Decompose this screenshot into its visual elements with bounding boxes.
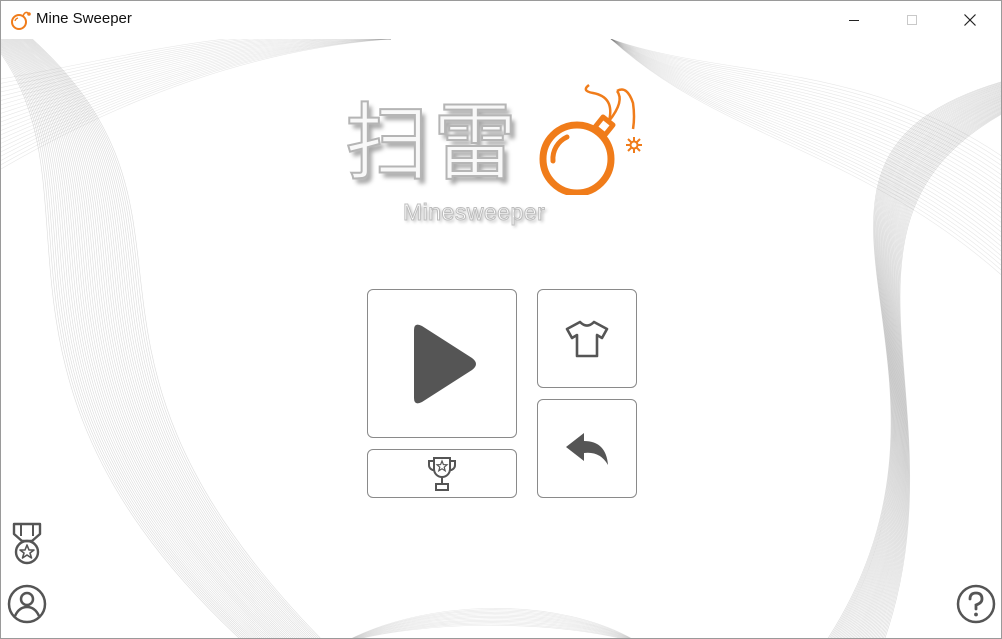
skins-button[interactable] bbox=[537, 289, 637, 388]
help-icon bbox=[956, 584, 996, 624]
minimize-icon bbox=[849, 20, 859, 21]
achievements-button[interactable] bbox=[7, 519, 47, 569]
main-menu: 扫雷 Minesweeper bbox=[1, 39, 1001, 638]
help-button[interactable] bbox=[955, 583, 997, 625]
medal-icon bbox=[12, 522, 42, 565]
trophy-icon bbox=[428, 456, 456, 491]
leaderboard-button[interactable] bbox=[367, 449, 517, 498]
close-button[interactable] bbox=[947, 1, 993, 39]
logo-english-title: Minesweeper bbox=[402, 199, 546, 226]
wave-line bbox=[610, 39, 1001, 223]
close-icon bbox=[964, 14, 976, 26]
wave-line bbox=[15, 39, 290, 638]
wave-line bbox=[25, 39, 309, 638]
window-title: Mine Sweeper bbox=[36, 10, 132, 27]
wave-line bbox=[21, 39, 303, 638]
wave-line bbox=[18, 39, 296, 638]
wave-line bbox=[610, 39, 1001, 171]
minimize-button[interactable] bbox=[831, 1, 877, 39]
back-button[interactable] bbox=[537, 399, 637, 498]
play-icon bbox=[414, 324, 476, 403]
wave-line bbox=[1, 39, 391, 114]
profile-button[interactable] bbox=[6, 583, 48, 625]
wave-line bbox=[610, 39, 1001, 185]
title-bar[interactable]: Mine Sweeper bbox=[1, 1, 1001, 39]
maximize-button[interactable] bbox=[889, 1, 935, 39]
logo-chinese-title: 扫雷 bbox=[344, 94, 522, 192]
back-arrow-icon bbox=[566, 432, 608, 465]
maximize-icon bbox=[907, 15, 917, 25]
play-button[interactable] bbox=[367, 289, 517, 438]
bomb-logo-icon bbox=[539, 84, 642, 195]
bomb-app-icon bbox=[11, 11, 31, 30]
user-icon bbox=[7, 584, 47, 624]
app-window: Mine Sweeper 扫雷 Minesweeper bbox=[0, 0, 1002, 639]
wave-line bbox=[610, 39, 1001, 237]
tshirt-icon bbox=[565, 320, 609, 357]
wave-line bbox=[1, 39, 392, 161]
